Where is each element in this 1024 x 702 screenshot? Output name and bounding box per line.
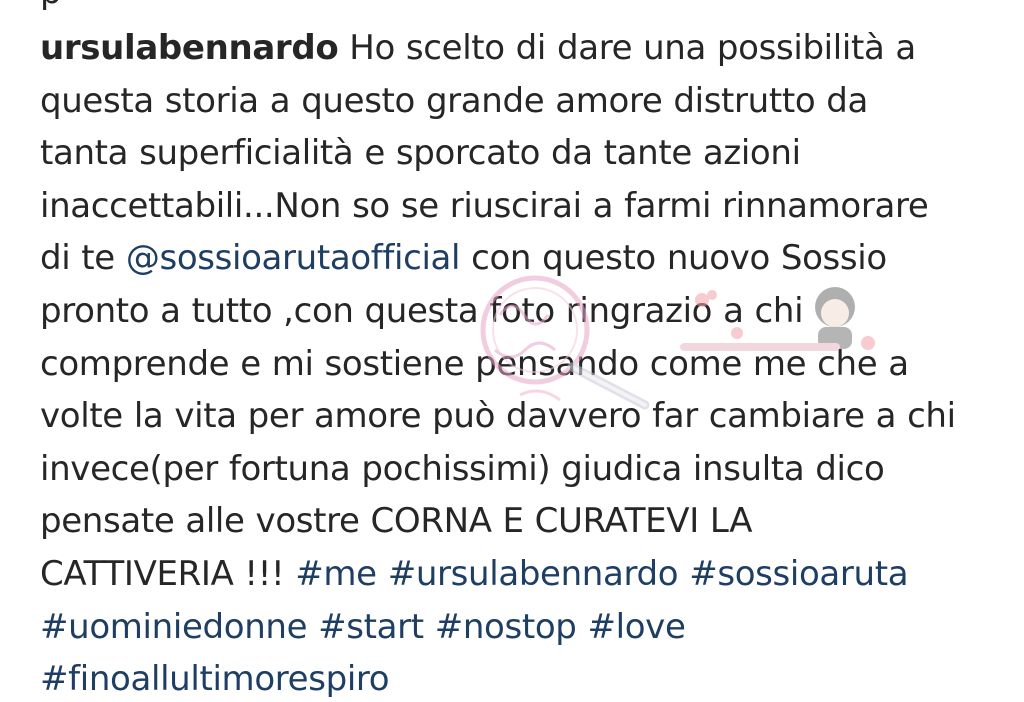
caption-line-3: tanta superficialità e sporcato da tante… [40,133,801,174]
caption-line-2: questa storia a questo grande amore dist… [40,80,868,121]
hashtag-link[interactable]: #uominiedonne [40,607,308,647]
cropped-previous-line: p [40,0,62,18]
caption-line-11: CATTIVERIA !!! [40,553,285,594]
hashtag-link[interactable]: #me [295,554,377,594]
mention-link[interactable]: @sossioarutaofficial [126,238,461,278]
username-link[interactable]: ursulabennardo [40,28,339,68]
caption-line-7: comprende e mi sostiene pensando come me… [40,343,909,384]
caption-line-1: Ho scelto di dare una possibilità a [349,28,916,68]
cropped-text: p [40,0,62,12]
hashtag-link[interactable]: #finoallultimorespiro [40,659,390,699]
hashtag-link[interactable]: #nostop [435,607,577,647]
caption-after-mention: con questo nuovo Sossio [471,238,887,279]
hashtag-link[interactable]: #love [587,607,685,647]
hashtag-link[interactable]: #start [318,607,424,647]
caption-line-8: volte la vita per amore può davvero far … [40,396,956,437]
caption-line-5: di te [40,238,115,279]
caption-line-4: inaccettabili...Non so se riuscirai a fa… [40,185,929,226]
caption-line-10: pensate alle vostre CORNA E CURATEVI LA [40,501,753,542]
hashtag-link[interactable]: #sossioaruta [689,554,908,594]
caption-line-6: pronto a tutto ,con questa foto ringrazi… [40,290,804,331]
post-caption: ursulabennardo Ho scelto di dare una pos… [40,22,1000,702]
hashtag-link[interactable]: #ursulabennardo [388,554,679,594]
caption-line-9: invece(per fortuna pochissimi) giudica i… [40,448,885,489]
